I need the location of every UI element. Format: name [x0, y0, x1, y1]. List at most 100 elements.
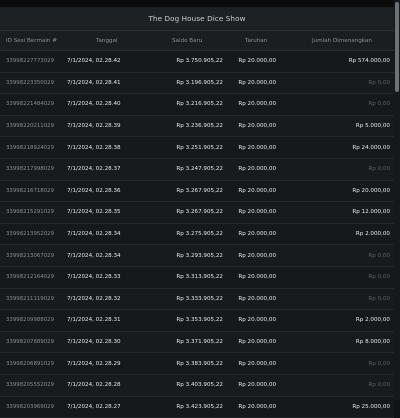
cell-session-id: 33998216718029 — [6, 188, 54, 194]
column-header-date: Tanggal — [96, 38, 118, 44]
cell-win-amount: Rp 2.000,00 — [356, 317, 390, 323]
cell-bet: Rp 20.000,00 — [238, 361, 276, 367]
cell-win-amount: Rp 8.000,00 — [356, 339, 390, 345]
cell-win-amount: Rp 0,00 — [368, 382, 390, 388]
cell-balance: Rp 3.403.905,22 — [176, 382, 223, 388]
table-row[interactable]: 339982189240297/1/2024, 02.28.38Rp 3.251… — [0, 137, 394, 159]
cell-win-amount: Rp 24.000,00 — [352, 145, 390, 151]
cell-bet: Rp 20.000,00 — [238, 188, 276, 194]
table-row[interactable]: 33998215291029 7/1/2024, 02.28.35 Rp 3.267… — [0, 202, 394, 224]
table-row[interactable]: 33998220211029 7/1/2024, 02.28.39 Rp 3.236… — [0, 116, 394, 138]
cell-balance: Rp 3.333.905,22 — [176, 296, 223, 302]
cell-session-id: 33998203969029 — [6, 404, 54, 410]
cell-session-id: 33998211119029 — [6, 296, 54, 302]
table-row[interactable]: 33998217998029 7/1/2024, 02.28.37 Rp 3.247… — [0, 159, 394, 181]
cell-balance: Rp 3.293.905,22 — [176, 253, 223, 259]
cell-date: 7/1/2024, 02.28.27 — [67, 404, 121, 410]
cell-session-id: 33998215291029 — [6, 209, 54, 215]
cell-date: 7/1/2024, 02.28.41 — [67, 80, 121, 86]
cell-balance: Rp 3.267.905,22 — [176, 209, 223, 215]
cell-session-id: 33998213067029 — [6, 253, 54, 259]
table-row[interactable]: 33998221484029 7/1/2024, 02.28.40 Rp 3.216… — [0, 94, 394, 116]
cell-session-id: 33998206891029 — [6, 361, 54, 367]
cell-session-id: 33998207889029 — [6, 339, 54, 345]
cell-date: 7/1/2024, 02.28.40 — [67, 101, 121, 107]
cell-win-amount: Rp 0,00 — [368, 101, 390, 107]
table-row[interactable]: 33998207889029 7/1/2024, 02.28.30 Rp 3.371… — [0, 332, 394, 354]
cell-bet: Rp 20.000,00 — [238, 274, 276, 280]
table-row[interactable]: 33998211119029 7/1/2024, 02.28.32 Rp 3.333… — [0, 289, 394, 311]
cell-bet: Rp 20.000,00 — [238, 101, 276, 107]
cell-balance: Rp 3.251.905,22 — [176, 145, 223, 151]
column-header-saldo: Saldo Baru — [172, 38, 202, 44]
title-bar: The Dog House Dice Show — [0, 7, 394, 31]
cell-session-id: 33998220211029 — [6, 123, 54, 129]
cell-balance: Rp 3.267.905,22 — [176, 188, 223, 194]
cell-win-amount: Rp 5.000,00 — [356, 123, 390, 129]
cell-win-amount: Rp 20.000,00 — [352, 188, 390, 194]
table-row[interactable]: 339982068910297/1/2024, 02.28.29Rp 3.383… — [0, 353, 394, 375]
cell-win-amount: Rp 0,00 — [368, 80, 390, 86]
cell-win-amount: Rp 2.000,00 — [356, 231, 390, 237]
cell-win-amount: Rp 0,00 — [368, 253, 390, 259]
cell-balance: Rp 3.313.905,22 — [176, 274, 223, 280]
window-top-strip — [0, 0, 394, 7]
cell-bet: Rp 20.000,00 — [238, 382, 276, 388]
cell-bet: Rp 20.000,00 — [238, 404, 276, 410]
cell-bet: Rp 20.000,00 — [238, 145, 276, 151]
cell-balance: Rp 3.371.905,22 — [176, 339, 223, 345]
table-body: 339982277730297/1/2024, 02.28.42Rp 3.750… — [0, 51, 394, 418]
cell-balance: Rp 3.247.905,22 — [176, 166, 223, 172]
table-row[interactable]: 339982233500297/1/2024, 02.28.41Rp 3.196… — [0, 73, 394, 95]
cell-date: 7/1/2024, 02.28.33 — [67, 274, 121, 280]
scrollbar-track[interactable] — [394, 0, 400, 400]
cell-date: 7/1/2024, 02.28.30 — [67, 339, 121, 345]
cell-date: 7/1/2024, 02.28.32 — [67, 296, 121, 302]
page-title: The Dog House Dice Show — [148, 14, 245, 23]
column-header-bet: Taruhan — [245, 38, 267, 44]
history-table: ID Sesi Bermain # Tanggal Saldo Baru Tar… — [0, 31, 394, 418]
cell-date: 7/1/2024, 02.28.37 — [67, 166, 121, 172]
table-row[interactable]: 339982167180297/1/2024, 02.28.36Rp 3.267… — [0, 181, 394, 203]
cell-date: 7/1/2024, 02.28.34 — [67, 253, 121, 259]
cell-date: 7/1/2024, 02.28.35 — [67, 209, 121, 215]
cell-balance: Rp 3.383.905,22 — [176, 361, 223, 367]
cell-balance: Rp 3.236.905,22 — [176, 123, 223, 129]
table-header: ID Sesi Bermain # Tanggal Saldo Baru Tar… — [0, 31, 394, 51]
cell-session-id: 33998218924029 — [6, 145, 54, 151]
cell-session-id: 33998205552029 — [6, 382, 54, 388]
cell-bet: Rp 20.000,00 — [238, 80, 276, 86]
table-row[interactable]: 339982139520297/1/2024, 02.28.34Rp 3.275… — [0, 224, 394, 246]
cell-bet: Rp 20.000,00 — [238, 296, 276, 302]
cell-win-amount: Rp 574.000,00 — [349, 58, 390, 64]
cell-session-id: 33998221484029 — [6, 101, 54, 107]
table-row[interactable]: 339982099880297/1/2024, 02.28.31Rp 3.353… — [0, 310, 394, 332]
cell-date: 7/1/2024, 02.28.39 — [67, 123, 121, 129]
cell-balance: Rp 3.423.905,22 — [176, 404, 223, 410]
cell-balance: Rp 3.216.905,22 — [176, 101, 223, 107]
table-row[interactable]: 33998213067029 7/1/2024, 02.28.34 Rp 3.293… — [0, 245, 394, 267]
table-row[interactable]: 339982277730297/1/2024, 02.28.42Rp 3.750… — [0, 51, 394, 73]
cell-session-id: 33998217998029 — [6, 166, 54, 172]
scrollbar-thumb[interactable] — [395, 2, 399, 92]
cell-session-id: 33998213952029 — [6, 231, 54, 237]
cell-date: 7/1/2024, 02.28.31 — [67, 317, 121, 323]
cell-win-amount: Rp 0,00 — [368, 296, 390, 302]
cell-bet: Rp 20.000,00 — [238, 231, 276, 237]
cell-bet: Rp 20.000,00 — [238, 123, 276, 129]
table-row[interactable]: 33998205552029 7/1/2024, 02.28.28 Rp 3.403… — [0, 375, 394, 397]
cell-bet: Rp 20.000,00 — [238, 209, 276, 215]
cell-bet: Rp 20.000,00 — [238, 339, 276, 345]
column-header-win: Jumlah Dimenangkan — [312, 38, 372, 44]
cell-bet: Rp 20.000,00 — [238, 253, 276, 259]
cell-session-id: 33998223350029 — [6, 80, 54, 86]
cell-date: 7/1/2024, 02.28.34 — [67, 231, 121, 237]
cell-win-amount: Rp 12.000,00 — [352, 209, 390, 215]
cell-session-id: 33998212164029 — [6, 274, 54, 280]
cell-session-id: 33998209988029 — [6, 317, 54, 323]
table-row[interactable]: 33998212164029 7/1/2024, 02.28.33 Rp 3.313… — [0, 267, 394, 289]
cell-win-amount: Rp 0,00 — [368, 274, 390, 280]
cell-balance: Rp 3.750.905,22 — [176, 58, 223, 64]
cell-date: 7/1/2024, 02.28.28 — [67, 382, 121, 388]
cell-bet: Rp 20.000,00 — [238, 58, 276, 64]
